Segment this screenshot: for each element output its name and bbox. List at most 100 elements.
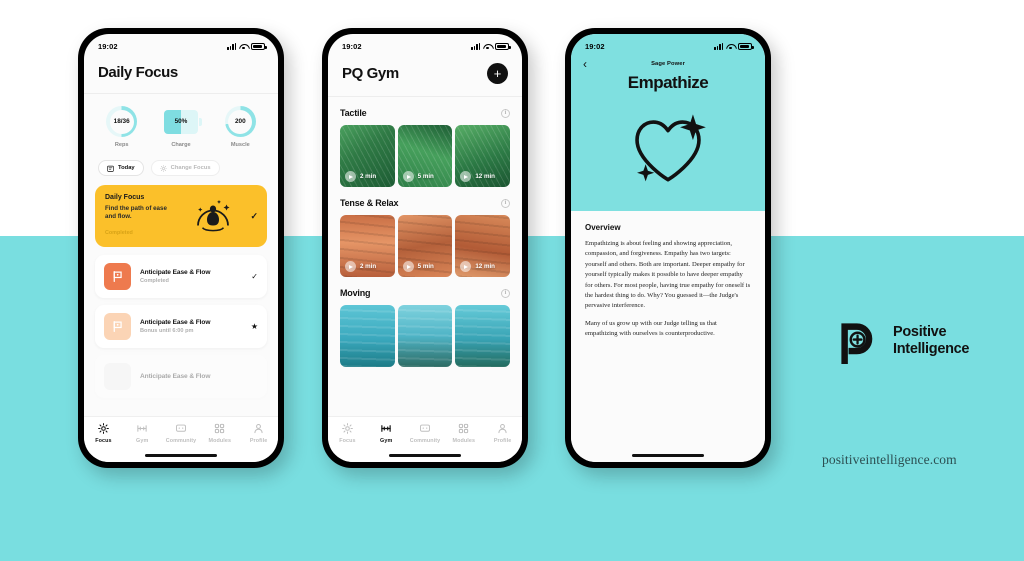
home-indicator: [389, 453, 461, 457]
tab-label: Community: [409, 437, 441, 444]
divider: [328, 96, 522, 97]
sidebar-item-community[interactable]: Community: [406, 422, 445, 444]
info-icon[interactable]: i: [501, 288, 510, 298]
home-indicator: [145, 453, 217, 457]
sun-icon: [97, 422, 109, 435]
duration-label: 12 min: [475, 173, 495, 180]
charge-label: Charge: [171, 142, 191, 148]
texture: [455, 305, 511, 367]
phone2-screen: 19:02 PQ Gym + Tactile i 2 min 5 min 12 …: [328, 34, 522, 462]
exercise-thumbnail[interactable]: [397, 305, 453, 367]
phone-mockup-pq-gym: 19:02 PQ Gym + Tactile i 2 min 5 min 12 …: [322, 28, 528, 468]
battery-icon: [495, 42, 511, 50]
chip-today[interactable]: Today: [98, 160, 144, 176]
stat-charge[interactable]: 50% Charge: [151, 106, 210, 148]
exercise-thumbnail[interactable]: 2 min: [340, 215, 395, 277]
sidebar-item-focus[interactable]: Focus: [84, 422, 123, 444]
brand-lockup: Positive Intelligence: [836, 318, 969, 364]
daily-focus-card-check-icon: ✓: [250, 211, 258, 221]
sidebar-item-gym[interactable]: Gym: [367, 422, 406, 444]
brand-line-2: Intelligence: [893, 341, 970, 357]
focus-list: Daily Focus Find the path of ease and fl…: [84, 185, 278, 398]
duration-label: 2 min: [360, 263, 377, 270]
section-tense-and-relax: Tense & Relax i 2 min 5 min 12 min: [328, 198, 522, 277]
tab-label: Community: [165, 437, 197, 444]
daily-focus-card-subtitle: Find the path of ease and flow.: [105, 205, 167, 221]
sidebar-item-gym[interactable]: Gym: [123, 422, 162, 444]
section-title: Tactile: [340, 108, 367, 118]
exercise-thumbnail[interactable]: 12 min: [455, 215, 511, 277]
sidebar-item-focus[interactable]: Focus: [328, 422, 367, 444]
play-row: 12 min: [460, 171, 495, 182]
play-icon: [345, 261, 356, 272]
stats-row: 18/36 Reps 50% Charge 200 Muscle: [84, 94, 278, 160]
positive-intelligence-logo: [841, 323, 873, 364]
tab-label: Modules: [208, 437, 232, 444]
sidebar-item-modules[interactable]: Modules: [200, 422, 239, 444]
status-time: 19:02: [98, 41, 118, 51]
stat-muscle[interactable]: 200 Muscle: [211, 106, 270, 148]
play-icon: [402, 171, 414, 182]
list-item-text: Anticipate Ease & Flow Bonus until 6:00 …: [140, 319, 242, 335]
exercise-thumbnail[interactable]: [455, 305, 511, 367]
status-indicators: [471, 42, 511, 50]
sidebar-item-community[interactable]: Community: [162, 422, 201, 444]
exercise-thumbnail[interactable]: 5 min: [397, 215, 453, 277]
charge-battery-icon: 50%: [163, 109, 202, 134]
website-url: positiveintelligence.com: [822, 452, 957, 467]
phone3-hero: 19:02 ‹ Sage Power Empathize: [571, 34, 765, 211]
thumbnail-row: 2 min 5 min 12 min: [340, 215, 511, 277]
flag-icon: [104, 263, 131, 290]
equalizer-icon: [136, 422, 148, 435]
tab-label: Profile: [249, 437, 268, 444]
duration-label: 2 min: [360, 173, 377, 180]
signal-icon: [227, 42, 236, 50]
tab-label: Modules: [452, 437, 476, 444]
exercise-thumbnail[interactable]: 12 min: [455, 125, 511, 187]
exercise-thumbnail[interactable]: 2 min: [340, 125, 395, 187]
add-button[interactable]: +: [487, 63, 508, 84]
section-header: Moving i: [340, 288, 510, 298]
list-item-subtitle: Completed: [140, 278, 169, 285]
sidebar-item-modules[interactable]: Modules: [444, 422, 483, 444]
list-item-check-icon: ✓: [251, 272, 258, 281]
sidebar-item-profile[interactable]: Profile: [483, 422, 522, 444]
grid-icon: [214, 422, 225, 435]
chip-change-focus[interactable]: Change Focus: [150, 160, 220, 176]
equalizer-icon: [380, 422, 392, 435]
chat-icon: [419, 422, 431, 435]
phone3-body: Overview Empathizing is about feeling an…: [571, 211, 765, 462]
list-item-star-icon: ★: [250, 322, 258, 331]
list-item[interactable]: Anticipate Ease & Flow Bonus until 6:00 …: [95, 305, 267, 348]
reps-ring: 18/36: [106, 106, 138, 137]
battery-icon: [738, 42, 754, 50]
chip-change-focus-label: Change Focus: [170, 165, 211, 171]
back-button[interactable]: ‹: [583, 58, 587, 70]
brand-line-1: Positive: [893, 323, 947, 340]
reps-label: Reps: [114, 142, 129, 148]
section-moving: Moving i: [328, 288, 522, 367]
exercise-thumbnail[interactable]: [340, 305, 395, 367]
charge-value: 50%: [174, 118, 188, 125]
hero-art: [571, 93, 765, 201]
list-item[interactable]: Anticipate Ease & Flow Completed ✓: [95, 255, 267, 298]
phone1-screen: 19:02 Daily Focus 18/36 Reps 50% Charge …: [84, 34, 278, 462]
info-icon[interactable]: i: [501, 108, 510, 118]
play-row: 2 min: [345, 171, 376, 182]
list-item[interactable]: Anticipate Ease & Flow: [95, 355, 267, 398]
daily-focus-card[interactable]: Daily Focus Find the path of ease and fl…: [95, 185, 267, 247]
list-item-title: Anticipate Ease & Flow: [140, 373, 211, 380]
thumbnail-row: 2 min 5 min 12 min: [340, 125, 511, 187]
info-icon[interactable]: i: [501, 198, 510, 208]
sidebar-item-profile[interactable]: Profile: [239, 422, 278, 444]
flag-icon: [104, 313, 131, 340]
meditating-figure-illustration: [197, 200, 230, 232]
brand-text: Positive Intelligence: [893, 324, 969, 358]
flag-icon: [104, 363, 131, 390]
wifi-icon: [239, 43, 248, 50]
exercise-thumbnail[interactable]: 5 min: [397, 125, 453, 187]
play-icon: [402, 261, 414, 272]
duration-label: 12 min: [475, 263, 495, 270]
signal-icon: [714, 42, 723, 50]
stat-reps[interactable]: 18/36 Reps: [92, 106, 151, 148]
